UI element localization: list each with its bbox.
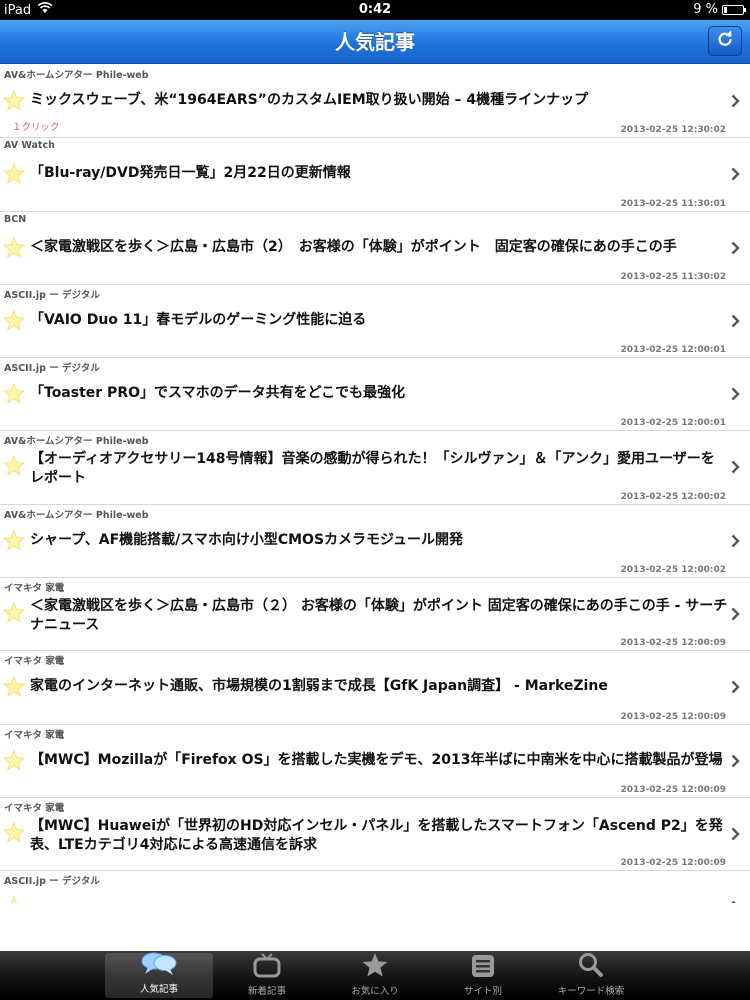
tab-star[interactable]: お気に入り	[321, 951, 429, 1000]
tab-speech-bubbles[interactable]: 人気記事	[105, 950, 213, 998]
chevron-right-icon	[731, 386, 740, 405]
article-date: 2013-02-25 12:00:01	[620, 418, 726, 429]
article-row[interactable]: イマキタ 家電 【MWC】Huaweiが「世界初のHD対応インセル・パネル」を搭…	[0, 797, 750, 872]
article-date: 2013-02-25 12:00:01	[620, 345, 726, 356]
article-date: 2013-02-25 12:30:02	[620, 125, 726, 136]
article-title: 【オーディオアクセサリー148号情報】音楽の感動が得られた！「シルヴァン」＆「ア…	[30, 451, 715, 487]
article-title: 「Toaster PRO」でスマホのデータ共有をどこでも最強化	[30, 385, 406, 402]
tv-icon	[253, 952, 281, 983]
article-title: ＜家電激戦区を歩く＞広島・広島市（２） お客様の「体験」がポイント 固定客の確保…	[30, 598, 728, 634]
article-row[interactable]: AV&ホームシアター Phile-web シャープ、AF機能搭載/スマホ向け小型…	[0, 504, 750, 579]
article-date: 2013-02-25 12:00:09	[620, 711, 726, 722]
status-bar: iPad 0:42 9 %	[0, 0, 750, 20]
star-icon[interactable]	[2, 676, 26, 701]
battery-icon	[722, 4, 746, 15]
chevron-right-icon	[731, 313, 740, 332]
tab-search[interactable]: キーワード検索	[537, 951, 645, 1000]
tab-label: お気に入り	[351, 986, 399, 997]
article-row[interactable]: ASCII.jp ー デジタル	[0, 871, 750, 903]
tab-label: キーワード検索	[557, 986, 625, 997]
star-icon[interactable]	[2, 749, 26, 775]
article-date: 2013-02-25 12:00:09	[620, 858, 726, 869]
star-icon[interactable]	[2, 309, 26, 335]
article-date: 2013-02-25 12:00:09	[620, 784, 726, 795]
article-title: 「Blu-ray/DVD発売日一覧」2月22日の更新情報	[30, 165, 351, 182]
article-date: 2013-02-25 11:30:02	[620, 271, 726, 282]
tab-label: サイト別	[463, 986, 502, 997]
star-icon[interactable]	[2, 601, 26, 627]
article-row[interactable]: ASCII.jp ー デジタル 「Toaster PRO」でスマホのデータ共有を…	[0, 358, 750, 432]
battery-fill	[724, 6, 727, 13]
tab-bar: 人気記事 新着記事 お気に入り サイト別 キーワード検索	[0, 951, 750, 1000]
article-list[interactable]: AV&ホームシアター Phile-web ミックスウェーブ、米“1964EARS…	[0, 65, 750, 903]
tab-label: 人気記事	[139, 984, 178, 995]
navigation-bar: 人気記事	[0, 20, 750, 64]
tab-tv[interactable]: 新着記事	[213, 951, 321, 1000]
chevron-right-icon	[731, 93, 740, 112]
star-icon	[361, 952, 389, 983]
article-title: 「VAIO Duo 11」春モデルのゲーミング性能に迫る	[30, 311, 367, 328]
chevron-right-icon	[731, 826, 740, 845]
article-title: シャープ、AF機能搭載/スマホ向け小型CMOSカメラモジュール開発	[30, 531, 464, 548]
battery-percent: 9 %	[693, 2, 718, 17]
article-source: イマキタ 家電	[4, 656, 65, 668]
article-row[interactable]: BCN ＜家電激戦区を歩く＞広島・広島市（2） お客様の「体験」がポイント 固定…	[0, 211, 750, 285]
list-icon	[470, 954, 496, 983]
article-source: ASCII.jp ー デジタル	[4, 876, 100, 888]
speech-bubbles-icon	[140, 950, 178, 981]
star-icon[interactable]	[2, 382, 26, 408]
article-row[interactable]: イマキタ 家電 家電のインターネット通販、市場規模の1割弱まで成長【GfK Ja…	[0, 651, 750, 725]
chevron-right-icon	[731, 533, 740, 552]
chevron-right-icon	[731, 240, 740, 259]
article-title: 家電のインターネット通販、市場規模の1割弱まで成長【GfK Japan調査】 -…	[30, 678, 608, 695]
article-source: AV&ホームシアター Phile-web	[4, 70, 149, 81]
article-row[interactable]: AV&ホームシアター Phile-web ミックスウェーブ、米“1964EARS…	[0, 65, 750, 139]
article-row[interactable]: AV&ホームシアター Phile-web 【オーディオアクセサリー148号情報】…	[0, 431, 750, 505]
search-icon	[577, 952, 605, 983]
star-icon[interactable]	[2, 455, 26, 480]
article-title: ＜家電激戦区を歩く＞広島・広島市（2） お客様の「体験」がポイント 固定客の確保…	[30, 238, 677, 255]
star-icon[interactable]	[2, 821, 26, 847]
article-date: 2013-02-25 12:00:09	[620, 638, 726, 649]
chevron-right-icon	[731, 606, 740, 625]
chevron-right-icon	[731, 899, 740, 903]
star-icon[interactable]	[2, 236, 26, 262]
chevron-right-icon	[731, 679, 740, 698]
star-icon[interactable]	[2, 529, 26, 555]
chevron-right-icon	[731, 166, 740, 185]
article-source: イマキタ 家電	[4, 802, 65, 814]
article-source: AV&ホームシアター Phile-web	[4, 509, 149, 521]
article-title: 【MWC】Mozillaが「Firefox OS」を搭載した実機をデモ、2013…	[30, 751, 723, 768]
article-date: 2013-02-25 12:00:02	[620, 491, 726, 502]
article-row[interactable]: イマキタ 家電 ＜家電激戦区を歩く＞広島・広島市（２） お客様の「体験」がポイン…	[0, 578, 750, 652]
article-row[interactable]: イマキタ 家電 【MWC】Mozillaが「Firefox OS」を搭載した実機…	[0, 724, 750, 798]
article-source: AV&ホームシアター Phile-web	[4, 436, 149, 448]
article-row[interactable]: ASCII.jp ー デジタル 「VAIO Duo 11」春モデルのゲーミング性…	[0, 284, 750, 359]
article-title: ミックスウェーブ、米“1964EARS”のカスタムIEM取り扱い開始 – 4機種…	[30, 92, 589, 108]
article-source: イマキタ 家電	[4, 729, 65, 741]
article-source: ASCII.jp ー デジタル	[4, 363, 100, 375]
article-source: イマキタ 家電	[4, 583, 65, 595]
chevron-right-icon	[731, 459, 740, 478]
click-count: １クリック	[12, 122, 60, 134]
article-title: 【MWC】Huaweiが「世界初のHD対応インセル・パネル」を搭載したスマートフ…	[30, 817, 723, 853]
tab-list[interactable]: サイト別	[429, 951, 537, 1000]
chevron-right-icon	[731, 753, 740, 772]
article-source: BCN	[4, 213, 27, 225]
article-date: 2013-02-25 11:30:01	[620, 198, 726, 209]
article-date: 2013-02-25 12:00:02	[620, 565, 726, 576]
star-icon[interactable]	[2, 163, 26, 188]
article-row[interactable]: AV Watch 「Blu-ray/DVD発売日一覧」2月22日の更新情報 20…	[0, 138, 750, 212]
page-title: 人気記事	[335, 30, 415, 54]
article-source: ASCII.jp ー デジタル	[4, 289, 100, 301]
tab-label: 新着記事	[247, 986, 286, 997]
star-icon[interactable]	[3, 895, 25, 903]
refresh-icon	[716, 30, 734, 52]
status-right: 9 %	[693, 2, 746, 17]
refresh-button[interactable]	[708, 26, 742, 56]
star-icon[interactable]	[2, 89, 26, 115]
status-time: 0:42	[358, 2, 392, 17]
article-source: AV Watch	[4, 140, 55, 152]
